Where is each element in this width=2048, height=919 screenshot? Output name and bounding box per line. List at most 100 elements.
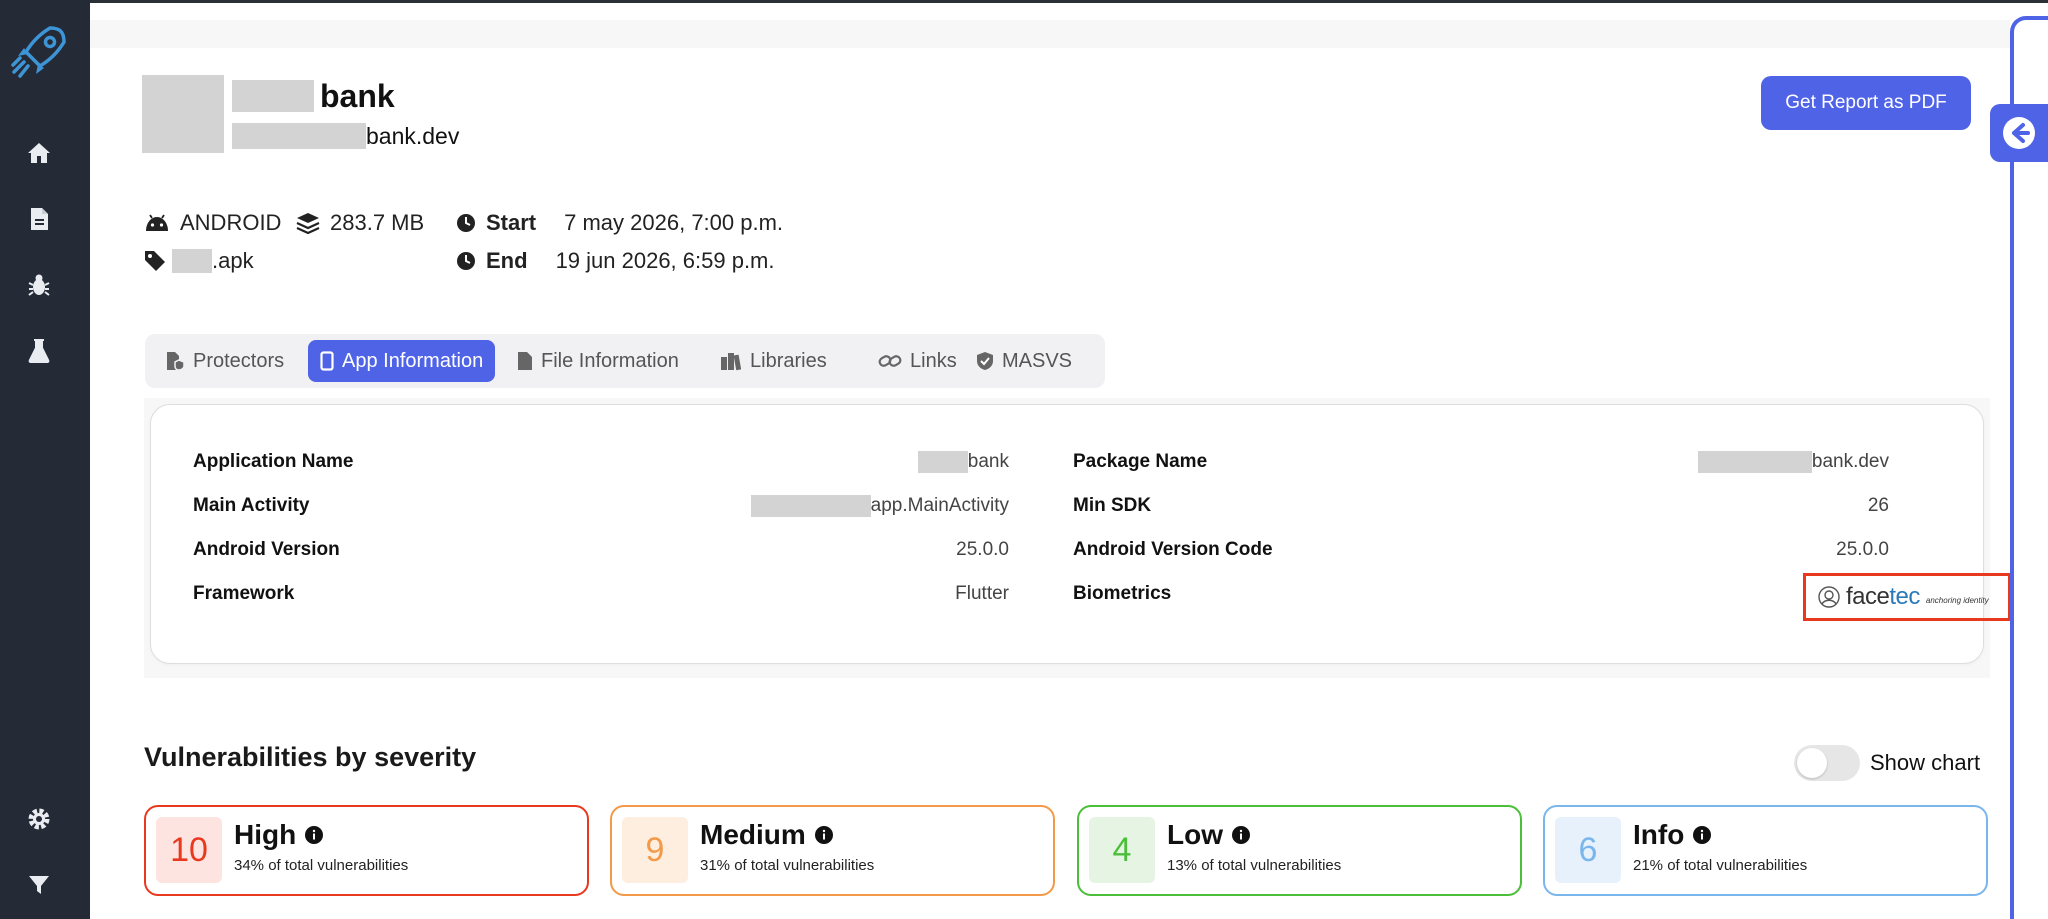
file-icon	[518, 352, 532, 370]
tab-app-information[interactable]: App Information	[308, 340, 496, 382]
sidebar	[0, 0, 90, 919]
tag-icon	[145, 251, 165, 271]
collapse-panel-button[interactable]	[1990, 104, 2048, 162]
start-date: Start 7 may 2026, 7:00 p.m.	[456, 208, 783, 238]
document-icon[interactable]	[26, 206, 52, 232]
end-date: End 19 jun 2026, 6:59 p.m.	[456, 246, 775, 276]
severity-card-info[interactable]: 6 Info 21% of total vulnerabilities	[1543, 805, 1988, 896]
main-activity-value: app.MainActivity	[591, 493, 1009, 519]
info-circle-icon[interactable]	[304, 825, 324, 845]
redacted-block	[172, 249, 212, 273]
biometrics-label: Biometrics	[1073, 583, 1172, 604]
severity-card-low[interactable]: 4 Low 13% of total vulnerabilities	[1077, 805, 1522, 896]
package-name-label: Package Name	[1073, 451, 1208, 472]
severity-description: 31% of total vulnerabilities	[700, 857, 875, 874]
application-name-value: bank	[591, 449, 1009, 475]
info-circle-icon[interactable]	[814, 825, 834, 845]
app-information-panel: Application Name bank Main Activity app.…	[150, 404, 2011, 664]
redacted-block	[232, 123, 366, 149]
top-band	[90, 20, 2010, 48]
severity-description: 34% of total vulnerabilities	[234, 857, 409, 874]
toggle-knob	[1797, 748, 1827, 778]
tab-label: App Information	[342, 349, 484, 372]
facetec-tagline: anchoring identity	[1925, 595, 1989, 605]
tab-label: Links	[910, 349, 957, 372]
severity-card-high[interactable]: 10 High 34% of total vulnerabilities	[144, 805, 589, 896]
clock-icon	[457, 252, 475, 270]
severity-name-text: Medium	[700, 819, 806, 850]
tab-bar: Protectors App Information File Informat…	[145, 334, 1105, 388]
shield-file-icon	[167, 352, 185, 371]
end-value: 19 jun 2026, 6:59 p.m.	[555, 248, 775, 273]
layers-icon	[296, 213, 320, 234]
facetec-wordmark: facetec	[1846, 583, 1920, 610]
info-circle-icon[interactable]	[1692, 825, 1712, 845]
framework-value: Flutter	[955, 583, 1009, 604]
package-name-value: bank.dev	[1471, 449, 1889, 475]
android-icon	[146, 214, 168, 231]
value-text: app.MainActivity	[870, 495, 1009, 516]
severity-name-text: Info	[1633, 819, 1685, 850]
redacted-block	[917, 451, 968, 473]
severity-name-text: Low	[1167, 819, 1223, 850]
app-title-text: bank	[320, 77, 395, 114]
tab-label: Protectors	[193, 349, 285, 372]
tab-label: File Information	[541, 349, 679, 372]
start-value: 7 may 2026, 7:00 p.m.	[564, 210, 784, 235]
redacted-block	[232, 80, 314, 112]
app-domain-text: bank.dev	[366, 122, 460, 149]
tab-masvs[interactable]: MASVS	[964, 340, 1084, 382]
flask-icon[interactable]	[26, 338, 52, 364]
tab-protectors[interactable]: Protectors	[153, 340, 296, 382]
shield-check-icon	[977, 352, 993, 370]
file-name-info: .apk	[144, 246, 254, 276]
value-text: bank	[967, 451, 1009, 472]
android-version-code-label: Android Version Code	[1073, 539, 1273, 560]
tab-libraries[interactable]: Libraries	[708, 340, 839, 382]
redacted-block	[1697, 451, 1812, 473]
android-version-label: Android Version	[193, 539, 340, 560]
info-circle-icon[interactable]	[1231, 825, 1251, 845]
filter-icon[interactable]	[26, 872, 52, 898]
start-label: Start	[486, 210, 537, 235]
severity-count: 6	[1555, 817, 1621, 883]
home-icon[interactable]	[26, 140, 52, 166]
android-version-value: 25.0.0	[956, 539, 1009, 560]
tab-label: Libraries	[750, 349, 827, 372]
end-label: End	[486, 248, 528, 273]
platform-text: ANDROID	[180, 210, 282, 235]
show-chart-label: Show chart	[1870, 750, 1981, 775]
size-text: 283.7 MB	[330, 210, 425, 235]
tab-links[interactable]: Links	[866, 340, 969, 382]
severity-name: High	[234, 819, 324, 851]
severity-count: 9	[622, 817, 688, 883]
min-sdk-label: Min SDK	[1073, 495, 1152, 516]
rocket-logo-icon[interactable]	[10, 22, 70, 82]
min-sdk-value: 26	[1867, 495, 1889, 516]
app-title: bank	[232, 78, 395, 114]
main-activity-label: Main Activity	[193, 495, 310, 516]
android-version-code-value: 25.0.0	[1836, 539, 1889, 560]
size-info: 283.7 MB	[296, 208, 424, 238]
facetec-face-icon	[1818, 586, 1840, 608]
show-chart-toggle[interactable]	[1794, 745, 1860, 781]
application-name-label: Application Name	[193, 451, 354, 472]
severity-name-text: High	[234, 819, 297, 850]
severity-card-medium[interactable]: 9 Medium 31% of total vulnerabilities	[610, 805, 1055, 896]
severity-count: 10	[156, 817, 222, 883]
framework-label: Framework	[193, 583, 295, 604]
books-icon	[721, 353, 742, 371]
link-icon	[878, 355, 902, 367]
app-domain: bank.dev	[232, 122, 459, 150]
severity-section-title: Vulnerabilities by severity	[144, 742, 477, 772]
settings-gear-icon[interactable]	[26, 806, 52, 832]
clock-icon	[457, 214, 475, 232]
mobile-icon	[320, 351, 334, 371]
tab-label: MASVS	[1002, 349, 1073, 372]
redacted-block	[750, 495, 871, 517]
bug-icon[interactable]	[26, 272, 52, 298]
tab-file-information[interactable]: File Information	[505, 340, 691, 382]
main-content: bank bank.dev Get Report as PDF ANDROID …	[90, 0, 2011, 919]
get-report-pdf-button[interactable]: Get Report as PDF	[1761, 76, 1971, 130]
severity-name: Info	[1633, 819, 1712, 851]
